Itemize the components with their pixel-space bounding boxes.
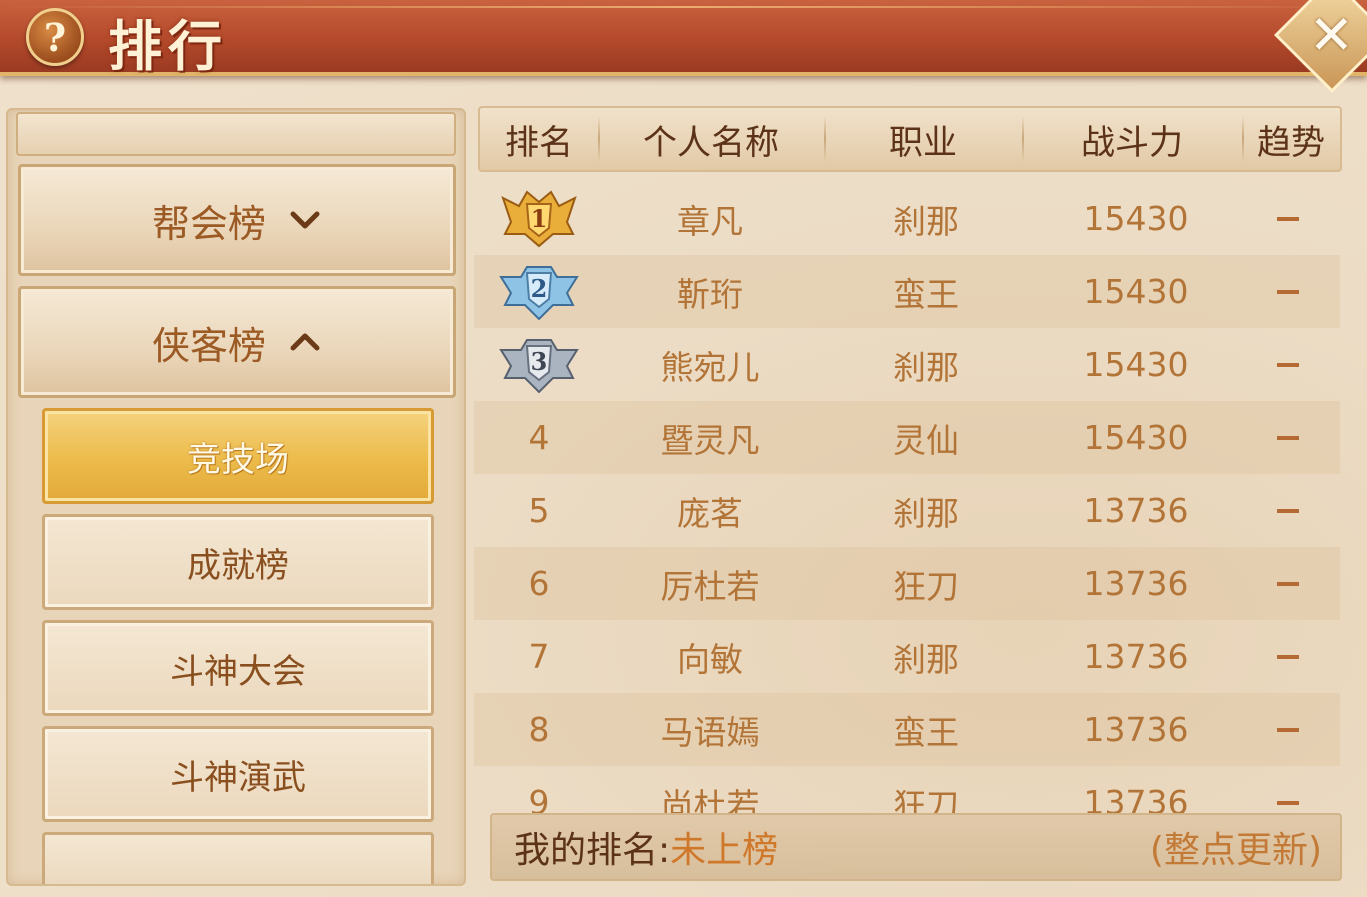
player-power: 15430 — [1083, 418, 1189, 457]
trend-flat-icon — [1236, 766, 1340, 814]
update-note: (整点更新) — [1149, 830, 1322, 871]
player-job: 狂刀 — [893, 566, 959, 606]
player-power: 13736 — [1083, 710, 1189, 749]
player-name: 厉杜若 — [660, 566, 760, 606]
ranking-list[interactable]: 1 章凡 刹那 15430 2 靳珩 蛮王 15430 3 熊宛儿 刹那 154… — [474, 182, 1340, 814]
subitem-label: 竞技场 — [187, 439, 289, 480]
player-name: 马语嫣 — [660, 712, 760, 752]
player-power: 15430 — [1083, 199, 1189, 238]
trend-flat-icon — [1236, 547, 1340, 620]
trend-flat-icon — [1236, 182, 1340, 255]
rank-number: 7 — [528, 637, 550, 676]
header-name: 个人名称 — [598, 108, 824, 170]
table-row[interactable]: 7 向敏 刹那 13736 — [474, 620, 1340, 693]
subitem-arena[interactable]: 竞技场 — [42, 408, 434, 504]
sidebar-scroll-stub — [16, 112, 456, 156]
rank-number: 9 — [528, 783, 550, 814]
ranking-table-header: 排名 个人名称 职业 战斗力 趋势 — [478, 106, 1342, 172]
title-bar: ? 排行 — [0, 0, 1367, 78]
player-job: 刹那 — [893, 493, 959, 533]
ranking-panel: ? 排行 ✕ 帮会榜 侠客榜 竞技场 成就榜 斗神大会 斗神演武 排名 个人名称… — [0, 0, 1367, 897]
table-row[interactable]: 9 尚杜若 狂刀 13736 — [474, 766, 1340, 814]
trend-flat-icon — [1236, 474, 1340, 547]
rank-cell: 3 — [474, 328, 604, 401]
player-power: 13736 — [1083, 637, 1189, 676]
category-hero-ranking[interactable]: 侠客榜 — [18, 286, 456, 398]
medal-number: 3 — [531, 347, 548, 376]
player-job: 狂刀 — [893, 785, 959, 815]
header-job: 职业 — [824, 108, 1022, 170]
rank-cell: 1 — [474, 182, 604, 255]
player-name: 章凡 — [677, 201, 743, 241]
rank-number: 5 — [528, 491, 550, 530]
my-rank-label: 我的排名: — [514, 830, 671, 871]
rank-number: 8 — [528, 710, 550, 749]
trend-flat-icon — [1236, 693, 1340, 766]
table-row[interactable]: 8 马语嫣 蛮王 13736 — [474, 693, 1340, 766]
player-power: 13736 — [1083, 783, 1189, 814]
subitem-achievement[interactable]: 成就榜 — [42, 514, 434, 610]
subitem-battle-conference[interactable]: 斗神大会 — [42, 620, 434, 716]
player-name: 熊宛儿 — [660, 347, 760, 387]
question-mark-icon: ? — [43, 14, 67, 60]
player-job: 蛮王 — [893, 274, 959, 314]
header-trend: 趋势 — [1242, 108, 1340, 170]
trend-flat-icon — [1236, 620, 1340, 693]
subitem-battle-exercise[interactable]: 斗神演武 — [42, 726, 434, 822]
table-row[interactable]: 2 靳珩 蛮王 15430 — [474, 255, 1340, 328]
player-name: 庞茗 — [677, 493, 743, 533]
player-power: 13736 — [1083, 491, 1189, 530]
category-label: 帮会榜 — [151, 201, 266, 246]
player-name: 靳珩 — [677, 274, 743, 314]
header-rank: 排名 — [505, 122, 573, 163]
medal-number: 1 — [531, 204, 548, 233]
category-sidebar[interactable]: 帮会榜 侠客榜 竞技场 成就榜 斗神大会 斗神演武 — [6, 108, 466, 886]
silver-medal-icon: 2 — [499, 265, 579, 320]
rank-number: 4 — [528, 418, 550, 457]
table-row[interactable]: 3 熊宛儿 刹那 15430 — [474, 328, 1340, 401]
trend-flat-icon — [1236, 328, 1340, 401]
trend-flat-icon — [1236, 401, 1340, 474]
subitem-label: 斗神大会 — [170, 651, 306, 692]
player-name: 暨灵凡 — [660, 420, 760, 460]
player-job: 刹那 — [893, 639, 959, 679]
player-power: 15430 — [1083, 272, 1189, 311]
player-power: 15430 — [1083, 345, 1189, 384]
window-title: 排行 — [108, 14, 228, 78]
category-guild-ranking[interactable]: 帮会榜 — [18, 164, 456, 276]
header-power: 战斗力 — [1022, 108, 1242, 170]
medal-number: 2 — [531, 274, 548, 303]
chevron-down-icon — [290, 211, 320, 229]
subitem-label: 斗神演武 — [170, 757, 306, 798]
subitem-partial[interactable] — [42, 832, 434, 884]
subitem-label: 成就榜 — [187, 545, 289, 586]
my-rank-text: 我的排名:未上榜 — [514, 821, 778, 873]
player-name: 尚杜若 — [660, 785, 760, 815]
close-icon: ✕ — [1309, 3, 1355, 67]
help-button[interactable]: ? — [26, 8, 84, 66]
category-label: 侠客榜 — [151, 323, 266, 368]
my-rank-value: 未上榜 — [670, 830, 779, 871]
table-row[interactable]: 1 章凡 刹那 15430 — [474, 182, 1340, 255]
rank-number: 6 — [528, 564, 550, 603]
player-job: 灵仙 — [893, 420, 959, 460]
player-job: 刹那 — [893, 201, 959, 241]
player-job: 刹那 — [893, 347, 959, 387]
trend-flat-icon — [1236, 255, 1340, 328]
table-row[interactable]: 6 厉杜若 狂刀 13736 — [474, 547, 1340, 620]
table-row[interactable]: 5 庞茗 刹那 13736 — [474, 474, 1340, 547]
table-row[interactable]: 4 暨灵凡 灵仙 15430 — [474, 401, 1340, 474]
player-name: 向敏 — [677, 639, 743, 679]
my-rank-bar: 我的排名:未上榜 (整点更新) — [490, 813, 1342, 881]
player-power: 13736 — [1083, 564, 1189, 603]
chevron-up-icon — [290, 333, 320, 351]
rank-cell: 2 — [474, 255, 604, 328]
player-job: 蛮王 — [893, 712, 959, 752]
gold-medal-icon: 1 — [501, 189, 577, 247]
bronze-medal-icon: 3 — [499, 338, 579, 393]
